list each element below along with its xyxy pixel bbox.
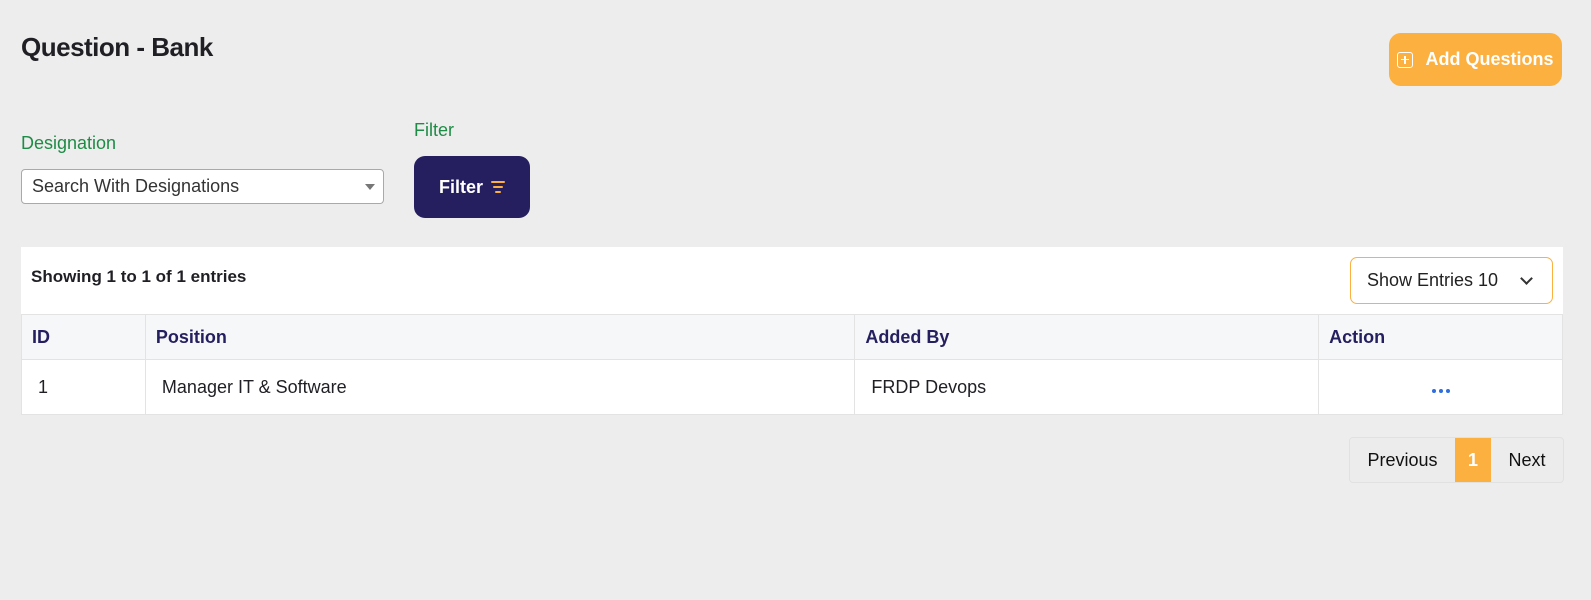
filter-button-label: Filter: [438, 176, 483, 197]
filter-lines-icon: [491, 181, 505, 193]
cell-added-by: FRDP Devops: [854, 359, 1320, 415]
more-horizontal-icon[interactable]: [1431, 388, 1450, 393]
add-questions-button[interactable]: Add Questions: [1389, 33, 1562, 86]
plus-square-icon: [1397, 51, 1414, 68]
cell-position: Manager IT & Software: [144, 359, 856, 415]
chevron-down-icon: [1520, 272, 1533, 285]
column-header-id[interactable]: ID: [21, 314, 146, 360]
show-entries-select[interactable]: Show Entries 10: [1350, 257, 1553, 304]
caret-down-icon: [365, 184, 375, 190]
column-header-action: Action: [1318, 314, 1563, 360]
cell-id: 1: [21, 359, 146, 415]
question-bank-page: Question - Bank Add Questions Designatio…: [0, 0, 1591, 600]
table-header-row: ID Position Added By Action: [21, 314, 1563, 360]
questions-table-card: Showing 1 to 1 of 1 entries Show Entries…: [21, 247, 1563, 415]
table-row: 1 Manager IT & Software FRDP Devops: [21, 359, 1563, 415]
filter-button[interactable]: Filter: [414, 156, 530, 218]
designation-select-placeholder: Search With Designations: [32, 176, 240, 196]
pagination: Previous 1 Next: [1349, 437, 1564, 483]
designation-label: Designation: [21, 133, 117, 153]
pagination-next-button[interactable]: Next: [1491, 438, 1563, 482]
designation-select[interactable]: Search With Designations: [21, 169, 384, 204]
pagination-page-button[interactable]: 1: [1455, 438, 1491, 482]
filter-label: Filter: [414, 120, 454, 140]
cell-action: [1318, 359, 1563, 415]
show-entries-label: Show Entries 10: [1367, 270, 1499, 290]
questions-table: ID Position Added By Action 1 Manager IT…: [21, 314, 1563, 415]
page-title: Question - Bank: [21, 32, 213, 62]
column-header-added-by[interactable]: Added By: [854, 314, 1320, 360]
pagination-previous-button[interactable]: Previous: [1350, 438, 1455, 482]
column-header-position[interactable]: Position: [144, 314, 856, 360]
add-questions-label: Add Questions: [1425, 49, 1554, 69]
entries-summary: Showing 1 to 1 of 1 entries: [31, 267, 247, 286]
